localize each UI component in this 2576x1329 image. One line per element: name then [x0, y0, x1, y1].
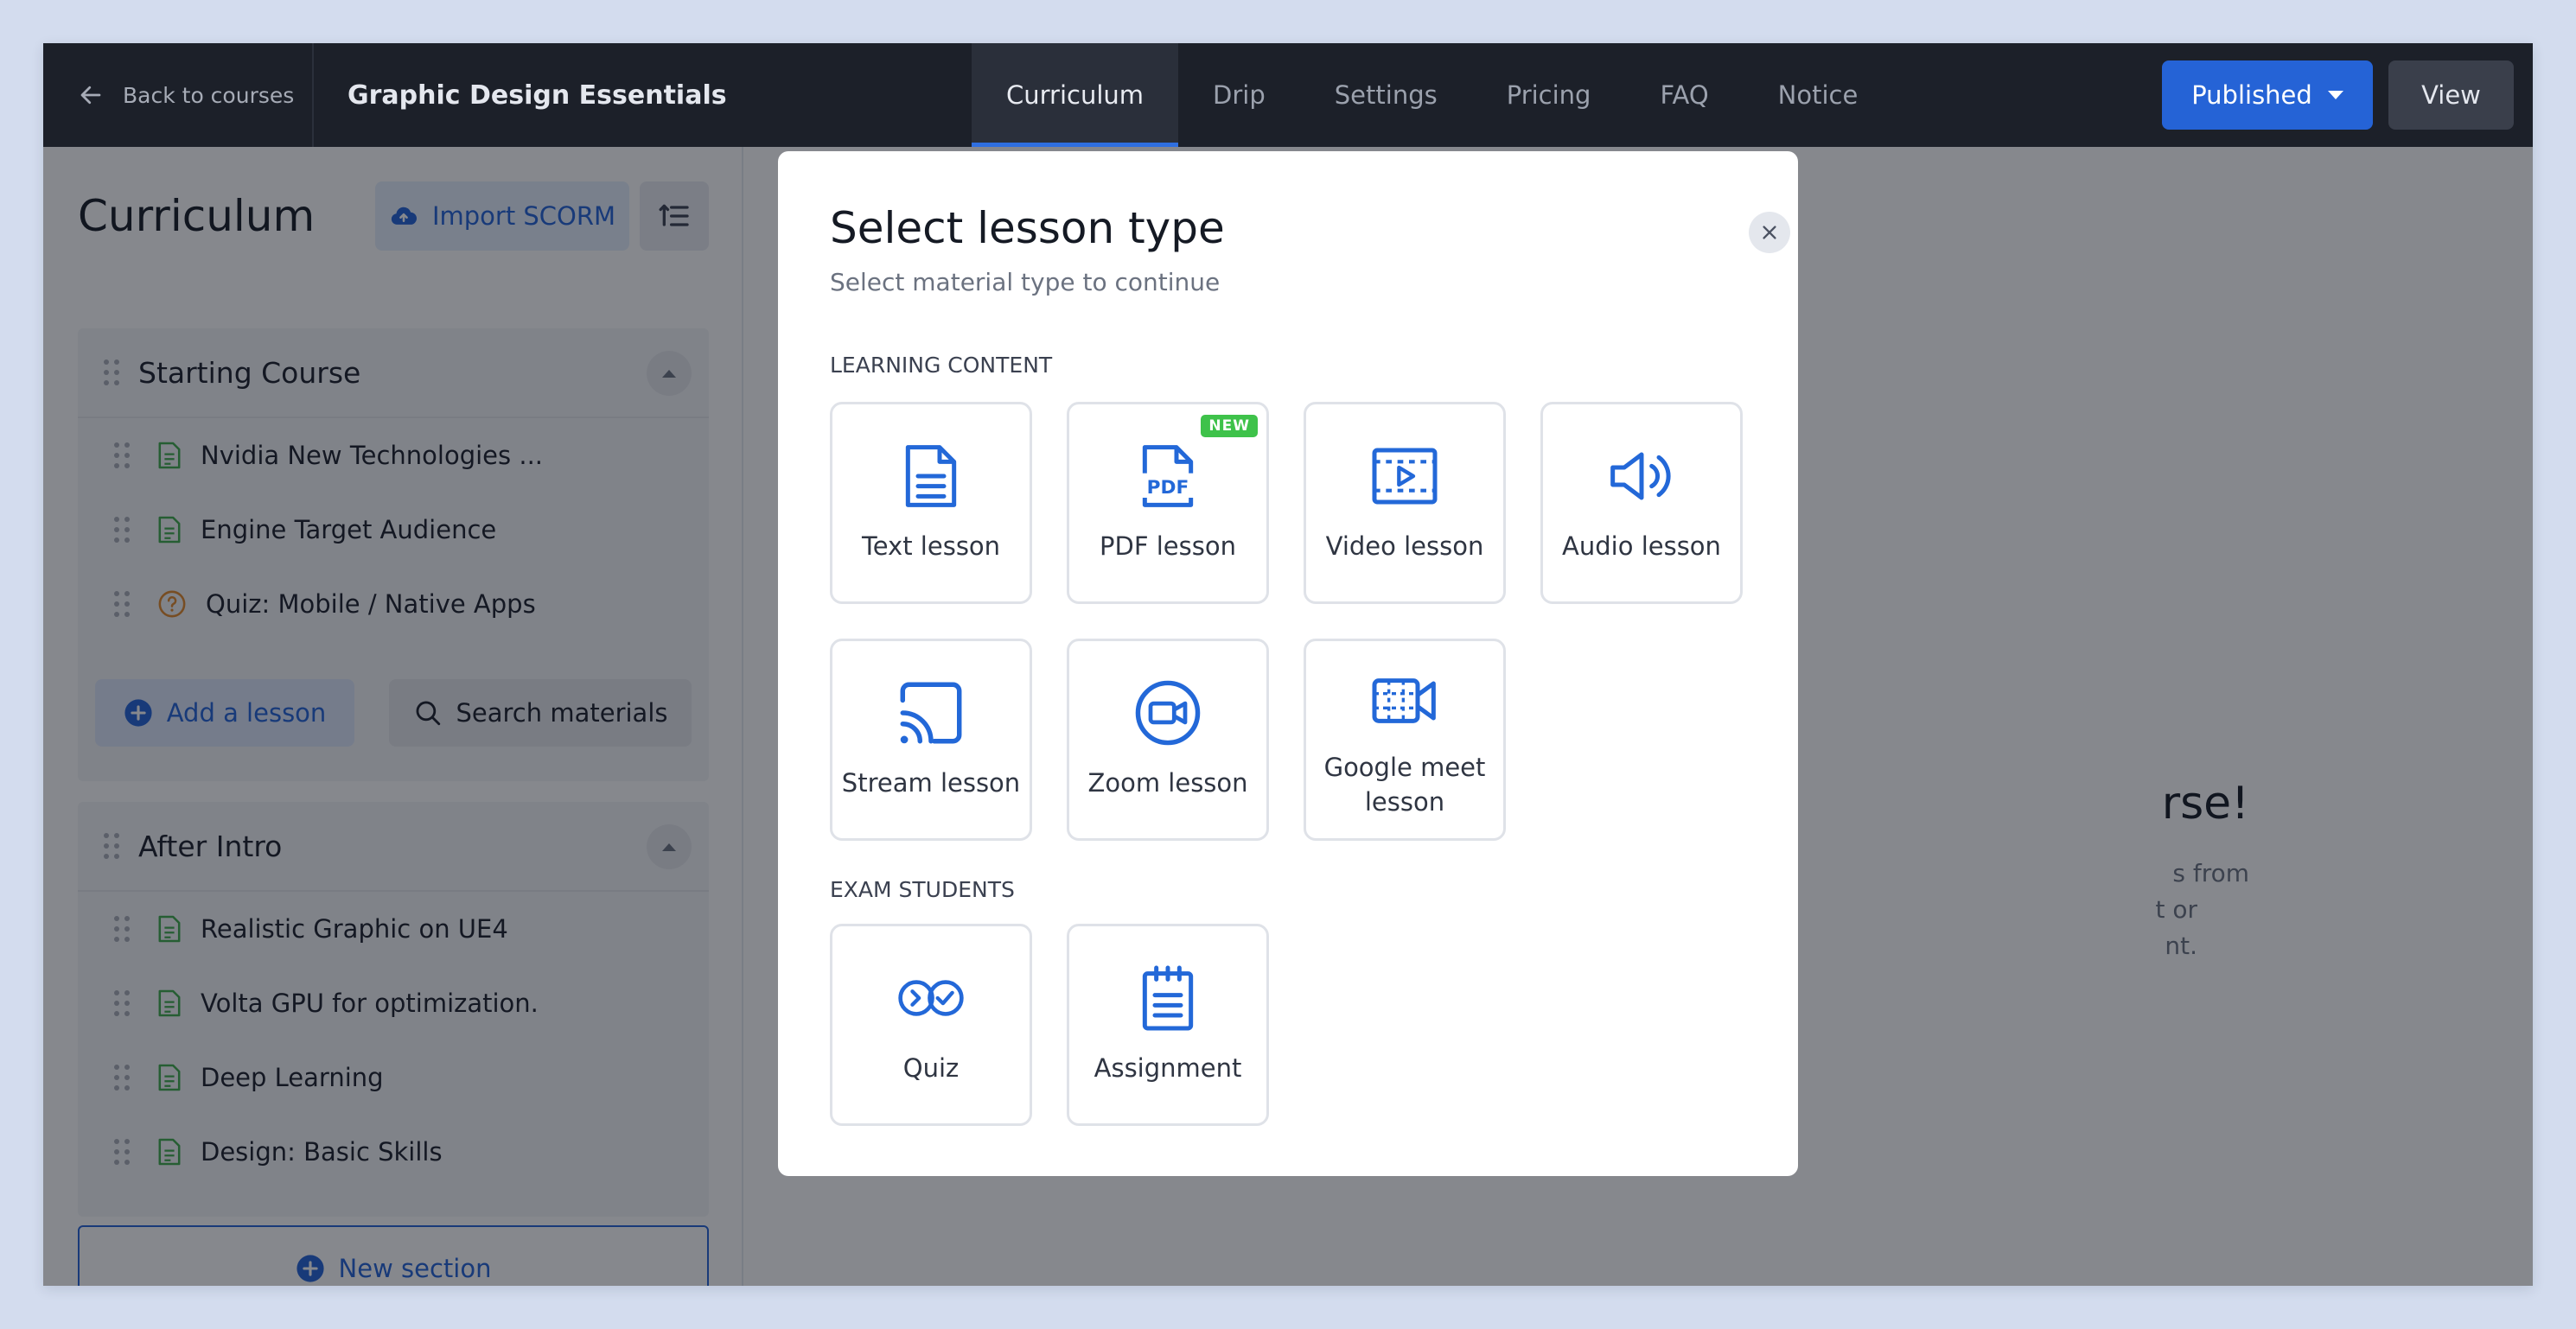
view-button[interactable]: View	[2388, 60, 2514, 130]
tab-pricing[interactable]: Pricing	[1472, 43, 1626, 147]
google-meet-lesson-card[interactable]: Google meet lesson	[1304, 639, 1506, 841]
group-label-exam-students: Exam students	[830, 877, 1015, 902]
tab-drip[interactable]: Drip	[1178, 43, 1300, 147]
close-icon	[1763, 226, 1776, 239]
assignment-icon	[1138, 963, 1197, 1033]
arrow-left-icon	[80, 86, 101, 105]
zoom-lesson-card[interactable]: Zoom lesson	[1067, 639, 1269, 841]
course-tabs: Curriculum Drip Settings Pricing FAQ Not…	[972, 43, 1892, 147]
stream-lesson-label: Stream lesson	[841, 768, 1021, 798]
assignment-card[interactable]: Assignment	[1067, 924, 1269, 1126]
group-label-learning-content: Learning content	[830, 353, 1053, 378]
video-lesson-label: Video lesson	[1325, 531, 1484, 561]
text-lesson-icon	[902, 441, 960, 512]
back-to-courses-link[interactable]: Back to courses	[43, 43, 314, 147]
audio-lesson-label: Audio lesson	[1562, 531, 1721, 561]
stream-lesson-card[interactable]: Stream lesson	[830, 639, 1032, 841]
assignment-label: Assignment	[1094, 1053, 1242, 1083]
tab-faq[interactable]: FAQ	[1625, 43, 1743, 147]
video-lesson-icon	[1370, 441, 1439, 512]
top-bar: Back to courses Graphic Design Essential…	[43, 43, 2533, 147]
quiz-icon	[896, 963, 966, 1033]
caret-down-icon	[2327, 91, 2343, 99]
back-label: Back to courses	[123, 82, 295, 108]
google-meet-lesson-icon	[1370, 665, 1439, 736]
published-status-dropdown[interactable]: Published	[2162, 60, 2373, 130]
svg-text:PDF: PDF	[1147, 477, 1189, 499]
new-badge: NEW	[1201, 415, 1258, 437]
google-meet-lesson-label: Google meet lesson	[1323, 753, 1486, 817]
pdf-lesson-icon: PDF	[1138, 441, 1197, 512]
audio-lesson-icon	[1607, 441, 1676, 512]
tab-notice[interactable]: Notice	[1744, 43, 1893, 147]
course-title: Graphic Design Essentials	[348, 79, 727, 111]
stream-lesson-icon	[896, 677, 966, 748]
published-label: Published	[2191, 80, 2312, 110]
close-modal-button[interactable]	[1749, 212, 1790, 253]
pdf-lesson-label: PDF lesson	[1100, 531, 1236, 561]
quiz-label: Quiz	[902, 1053, 960, 1083]
quiz-card[interactable]: Quiz	[830, 924, 1032, 1126]
tab-settings[interactable]: Settings	[1300, 43, 1472, 147]
audio-lesson-card[interactable]: Audio lesson	[1540, 402, 1743, 604]
app-window: Back to courses Graphic Design Essential…	[43, 43, 2533, 1286]
select-lesson-type-modal: Select lesson type Select material type …	[778, 151, 1798, 1176]
zoom-lesson-icon	[1133, 677, 1202, 748]
text-lesson-card[interactable]: Text lesson	[830, 402, 1032, 604]
modal-subtitle: Select material type to continue	[830, 268, 1221, 296]
video-lesson-card[interactable]: Video lesson	[1304, 402, 1506, 604]
text-lesson-label: Text lesson	[861, 531, 1001, 561]
pdf-lesson-card[interactable]: NEW PDF PDF lesson	[1067, 402, 1269, 604]
modal-title: Select lesson type	[830, 203, 1225, 253]
tab-curriculum[interactable]: Curriculum	[972, 43, 1179, 147]
zoom-lesson-label: Zoom lesson	[1087, 768, 1248, 798]
